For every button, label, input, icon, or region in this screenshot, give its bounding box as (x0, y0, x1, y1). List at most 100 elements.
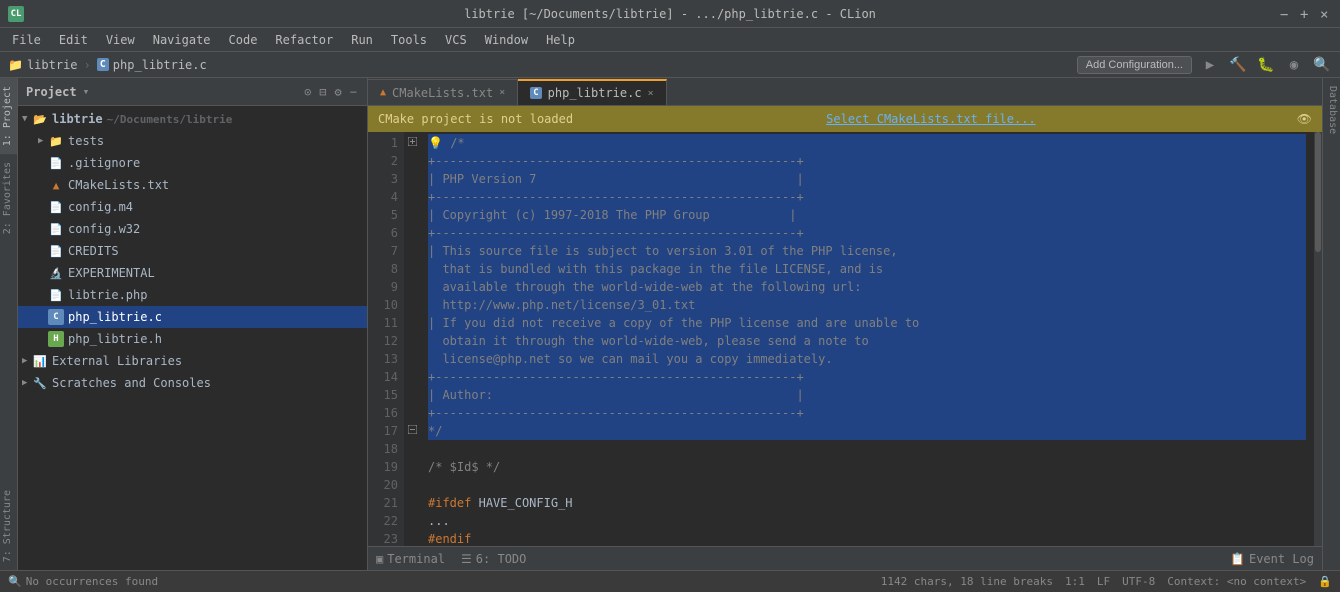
encoding[interactable]: UTF-8 (1122, 575, 1155, 588)
code-line-3: | PHP Version 7 | (428, 170, 1306, 188)
app-icon: CL (8, 6, 24, 22)
code-line-5: | Copyright (c) 1997-2018 The PHP Group … (428, 206, 1306, 224)
tree-item-gitignore[interactable]: ▶ 📄 .gitignore (18, 152, 367, 174)
tree-item-libtrie-root[interactable]: ▼ 📂 libtrie ~/Documents/libtrie (18, 108, 367, 130)
line-num-5: 5 (368, 206, 398, 224)
panel-settings-button[interactable]: ⚙ (333, 85, 344, 99)
no-occurrences-text: No occurrences found (26, 575, 158, 588)
scroll-thumb[interactable] (1315, 132, 1321, 252)
menu-file[interactable]: File (4, 31, 49, 49)
c-tab-close[interactable]: × (648, 88, 654, 99)
code-line-11: | If you did not receive a copy of the P… (428, 314, 1306, 332)
tree-item-cmakelists[interactable]: ▶ ▲ CMakeLists.txt (18, 174, 367, 196)
menu-help[interactable]: Help (538, 31, 583, 49)
tab-php-libtrie[interactable]: C php_libtrie.c × (518, 79, 666, 105)
cmake-icon: ▲ (48, 177, 64, 193)
right-sidebar: Database (1322, 78, 1340, 570)
line-separator[interactable]: LF (1097, 575, 1110, 588)
cursor-position: 1:1 (1065, 575, 1085, 588)
panel-dropdown-arrow[interactable]: ▾ (83, 85, 90, 98)
tree-item-credits[interactable]: ▶ 📄 CREDITS (18, 240, 367, 262)
coverage-button[interactable]: ◉ (1284, 55, 1304, 75)
database-tab[interactable]: Database (1323, 78, 1340, 142)
collapse-all-button[interactable]: ⊟ (317, 85, 328, 99)
sidebar-item-structure[interactable]: 7: Structure (0, 482, 17, 570)
fold-marker-1[interactable] (406, 132, 418, 150)
window-title: libtrie [~/Documents/libtrie] - .../php_… (464, 7, 876, 21)
file-icon-experimental: 🔬 (48, 265, 64, 281)
sidebar-item-favorites[interactable]: 2: Favorites (0, 154, 17, 242)
breadcrumb-libtrie[interactable]: 📁 libtrie (8, 58, 78, 72)
tree-item-config-w32[interactable]: ▶ 📄 config.w32 (18, 218, 367, 240)
debug-button[interactable]: 🐛 (1256, 55, 1276, 75)
line-num-20: 20 (368, 476, 398, 494)
tree-item-libtrie-php[interactable]: ▶ 📄 libtrie.php (18, 284, 367, 306)
menu-edit[interactable]: Edit (51, 31, 96, 49)
tree-label-config-w32: config.w32 (68, 222, 140, 236)
expand-arrow: ▶ (38, 136, 46, 146)
line-num-10: 10 (368, 296, 398, 314)
breadcrumb-file[interactable]: C php_libtrie.c (97, 58, 207, 72)
sync-files-button[interactable]: ⊙ (302, 85, 313, 99)
tree-label-libtrie: libtrie (52, 112, 103, 126)
file-icon-gitignore: 📄 (48, 155, 64, 171)
code-line-1: 💡 /* (428, 134, 1306, 152)
menu-window[interactable]: Window (477, 31, 536, 49)
line-numbers: 1 2 3 4 5 6 7 8 9 10 11 12 13 14 15 16 1… (368, 132, 404, 546)
tree-item-php-libtrie-c[interactable]: ▶ C php_libtrie.c (18, 306, 367, 328)
tab-cmakelists[interactable]: ▲ CMakeLists.txt × (368, 79, 518, 105)
eye-icon[interactable]: 👁 (1297, 112, 1312, 126)
code-line-7: | This source file is subject to version… (428, 242, 1306, 260)
code-editor: 1 2 3 4 5 6 7 8 9 10 11 12 13 14 15 16 1… (368, 132, 1322, 546)
menu-run[interactable]: Run (343, 31, 381, 49)
line-num-9: 9 (368, 278, 398, 296)
tree-item-config-m4[interactable]: ▶ 📄 config.m4 (18, 196, 367, 218)
tree-item-experimental[interactable]: ▶ 🔬 EXPERIMENTAL (18, 262, 367, 284)
line-num-19: 19 (368, 458, 398, 476)
minimize-button[interactable]: − (1280, 8, 1292, 20)
menu-navigate[interactable]: Navigate (145, 31, 219, 49)
folder-icon: 📁 (8, 58, 23, 72)
fold-marker-17[interactable] (406, 420, 418, 438)
php-icon: 📄 (48, 287, 64, 303)
line-num-15: 15 (368, 386, 398, 404)
menu-vcs[interactable]: VCS (437, 31, 475, 49)
todo-tab[interactable]: ☰ 6: TODO (461, 552, 526, 566)
build-button[interactable]: 🔨 (1228, 55, 1248, 75)
code-line-12: obtain it through the world-wide-web, pl… (428, 332, 1306, 350)
status-search-icon: 🔍 (8, 575, 22, 588)
search-everywhere-button[interactable]: 🔍 (1312, 55, 1332, 75)
menu-view[interactable]: View (98, 31, 143, 49)
tree-item-external-libraries[interactable]: ▶ 📊 External Libraries (18, 350, 367, 372)
editor-scrollbar[interactable] (1314, 132, 1322, 546)
event-log-icon: 📋 (1230, 552, 1245, 566)
cmake-select-link[interactable]: Select CMakeLists.txt file... (826, 112, 1036, 126)
code-line-20 (428, 476, 1306, 494)
run-button[interactable]: ▶ (1200, 55, 1220, 75)
menu-code[interactable]: Code (221, 31, 266, 49)
tree-item-scratches-consoles[interactable]: ▶ 🔧 Scratches and Consoles (18, 372, 367, 394)
line-num-13: 13 (368, 350, 398, 368)
line-num-12: 12 (368, 332, 398, 350)
tree-item-tests[interactable]: ▶ 📁 tests (18, 130, 367, 152)
panel-minimize-button[interactable]: − (348, 85, 359, 99)
event-log-tab[interactable]: 📋 Event Log (1230, 552, 1314, 566)
code-line-14: +---------------------------------------… (428, 368, 1306, 386)
menu-tools[interactable]: Tools (383, 31, 435, 49)
tree-sublabel: ~/Documents/libtrie (107, 113, 233, 126)
tree-item-php-libtrie-h[interactable]: ▶ H php_libtrie.h (18, 328, 367, 350)
terminal-tab[interactable]: ▣ Terminal (376, 552, 445, 566)
maximize-button[interactable]: + (1300, 8, 1312, 20)
add-configuration-button[interactable]: Add Configuration... (1077, 56, 1192, 74)
cmake-tab-icon: ▲ (380, 87, 386, 98)
line-num-14: 14 (368, 368, 398, 386)
menu-bar: File Edit View Navigate Code Refactor Ru… (0, 28, 1340, 52)
tree-label-php-libtrie-h: php_libtrie.h (68, 332, 162, 346)
menu-refactor[interactable]: Refactor (267, 31, 341, 49)
code-content[interactable]: 💡 /* +----------------------------------… (420, 132, 1314, 546)
cmake-tab-close[interactable]: × (499, 87, 505, 98)
sidebar-item-project[interactable]: 1: Project (0, 78, 17, 154)
line-num-4: 4 (368, 188, 398, 206)
close-button[interactable]: × (1320, 8, 1332, 20)
file-tree: ▼ 📂 libtrie ~/Documents/libtrie ▶ 📁 test… (18, 106, 367, 570)
